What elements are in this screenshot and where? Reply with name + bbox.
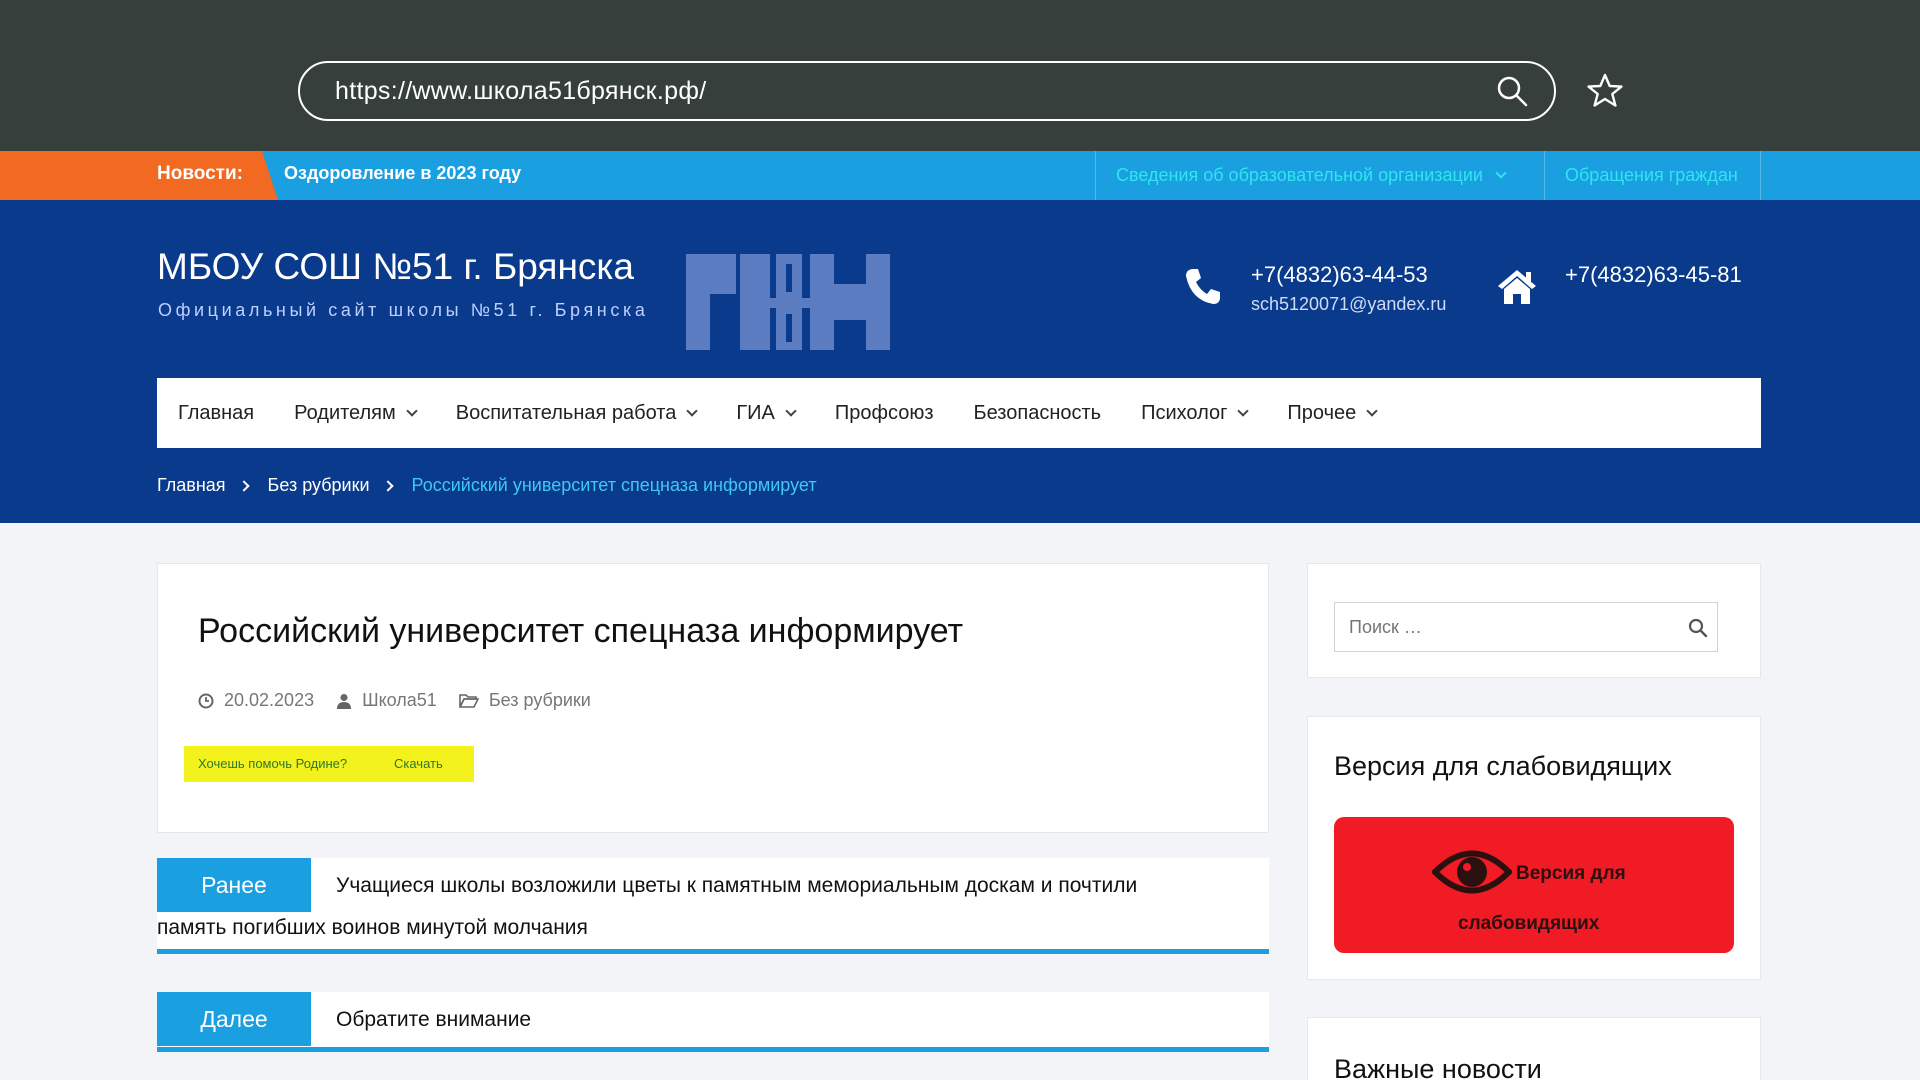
breadcrumb: Главная Без рубрики Российский университ… [157, 475, 817, 496]
nav-item-label: Родителям [294, 401, 396, 424]
chevron-right-icon [381, 479, 394, 492]
breadcrumb-home[interactable]: Главная [157, 475, 226, 496]
sidebar-important-news: Важные новости [1307, 1017, 1761, 1080]
nav-item-home[interactable]: Главная [178, 402, 254, 425]
nav-item-parents[interactable]: Родителям [294, 401, 418, 425]
phone-secondary[interactable]: +7(4832)63-45-81 [1565, 262, 1742, 288]
search-icon[interactable] [1496, 75, 1528, 107]
phone-icon [1186, 269, 1220, 304]
previous-post-title-cont[interactable]: память погибших воинов минутой молчания [157, 916, 588, 940]
clock-icon [198, 693, 214, 708]
user-icon [337, 693, 352, 709]
news-label: Новости: [157, 163, 243, 184]
search-input[interactable] [1334, 602, 1718, 652]
article-date[interactable]: 20.02.2023 [224, 690, 314, 711]
org-info-menu[interactable]: Сведения об образовательной организации [1095, 151, 1544, 200]
site-header: МБОУ СОШ №51 г. Брянска Официальный сайт… [0, 200, 1920, 523]
previous-post-title[interactable]: Учащиеся школы возложили цветы к памятны… [336, 874, 1137, 898]
email-link[interactable]: sch5120071@yandex.ru [1251, 294, 1446, 315]
nav-item-label: Прочее [1287, 401, 1357, 424]
org-info-label: Сведения об образовательной организации [1116, 165, 1483, 185]
nav-item-label: ГИА [736, 401, 775, 424]
low-vision-button-label-cont: слабовидящих [1458, 913, 1600, 934]
vision-widget-title: Версия для слабовидящих [1334, 751, 1672, 781]
nav-item-education[interactable]: Воспитательная работа [455, 401, 699, 425]
low-vision-button-label: Версия для [1516, 863, 1626, 884]
search-icon[interactable] [1688, 618, 1708, 638]
breadcrumb-current: Российский университет спецназа информир… [411, 475, 817, 495]
phone-primary[interactable]: +7(4832)63-44-53 [1251, 262, 1428, 288]
chevron-down-icon [1237, 404, 1250, 417]
nav-item-union[interactable]: Профсоюз [835, 402, 934, 425]
meta-date: 20.02.2023 [198, 690, 314, 711]
nav-item-other[interactable]: Прочее [1287, 401, 1378, 425]
top-news-strip: Новости: Оздоровление в 2023 году Сведен… [0, 151, 1920, 200]
download-link[interactable]: Скачать [394, 756, 443, 771]
meta-author: Школа51 [336, 690, 437, 711]
star-icon[interactable] [1586, 72, 1624, 110]
nav-item-psychologist[interactable]: Психолог [1141, 401, 1250, 425]
article-meta: 20.02.2023 Школа51 Без рубрики [198, 690, 613, 711]
promo-text: Хочешь помочь Родине? [198, 756, 348, 771]
eye-icon [1432, 850, 1512, 894]
chevron-right-icon [237, 479, 250, 492]
nav-item-safety[interactable]: Безопасность [973, 402, 1101, 425]
site-title[interactable]: МБОУ СОШ №51 г. Брянска [157, 246, 634, 288]
next-post-title[interactable]: Обратите внимание [336, 1008, 531, 1032]
school-logo[interactable] [686, 254, 890, 350]
next-post[interactable]: Далее Обратите внимание [157, 992, 1269, 1052]
article-card: Российский университет спецназа информир… [157, 563, 1269, 833]
promo-banner: Хочешь помочь Родине? Скачать [184, 746, 474, 782]
chevron-down-icon [686, 404, 699, 417]
site-subtitle: Официальный сайт школы №51 г. Брянска [158, 300, 649, 320]
article-author[interactable]: Школа51 [362, 690, 437, 711]
next-post-label[interactable]: Далее [157, 992, 311, 1046]
sidebar-vision-widget: Версия для слабовидящих Версия для слабо… [1307, 716, 1761, 980]
low-vision-button[interactable]: Версия для слабовидящих [1334, 817, 1734, 953]
url-text[interactable]: https://www.школа51брянск.рф/ [335, 77, 706, 106]
citizen-appeals-label: Обращения граждан [1565, 165, 1738, 185]
previous-post-label[interactable]: Ранее [157, 858, 311, 912]
article-category[interactable]: Без рубрики [489, 690, 591, 711]
chevron-down-icon [1495, 167, 1507, 179]
browser-toolbar: https://www.школа51брянск.рф/ [0, 0, 1920, 151]
article-title: Российский университет спецназа информир… [198, 612, 964, 650]
home-icon [1498, 270, 1536, 304]
previous-post[interactable]: Ранее Учащиеся школы возложили цветы к п… [157, 858, 1269, 954]
citizen-appeals-link[interactable]: Обращения граждан [1544, 151, 1761, 200]
chevron-down-icon [785, 404, 797, 417]
breadcrumb-category[interactable]: Без рубрики [268, 475, 370, 496]
nav-item-label: Психолог [1141, 401, 1228, 424]
nav-item-label: Воспитательная работа [455, 401, 677, 424]
folder-icon [458, 693, 479, 708]
nav-item-gia[interactable]: ГИА [736, 401, 797, 425]
chevron-down-icon [406, 404, 418, 417]
address-bar[interactable]: https://www.школа51брянск.рф/ [298, 61, 1556, 121]
news-ticker-link[interactable]: Оздоровление в 2023 году [284, 163, 521, 184]
main-navigation: Главная Родителям Воспитательная работа … [157, 378, 1761, 448]
chevron-down-icon [1366, 404, 1378, 417]
important-news-title: Важные новости [1334, 1054, 1542, 1080]
meta-category: Без рубрики [458, 690, 591, 711]
sidebar-search-widget [1307, 563, 1761, 678]
